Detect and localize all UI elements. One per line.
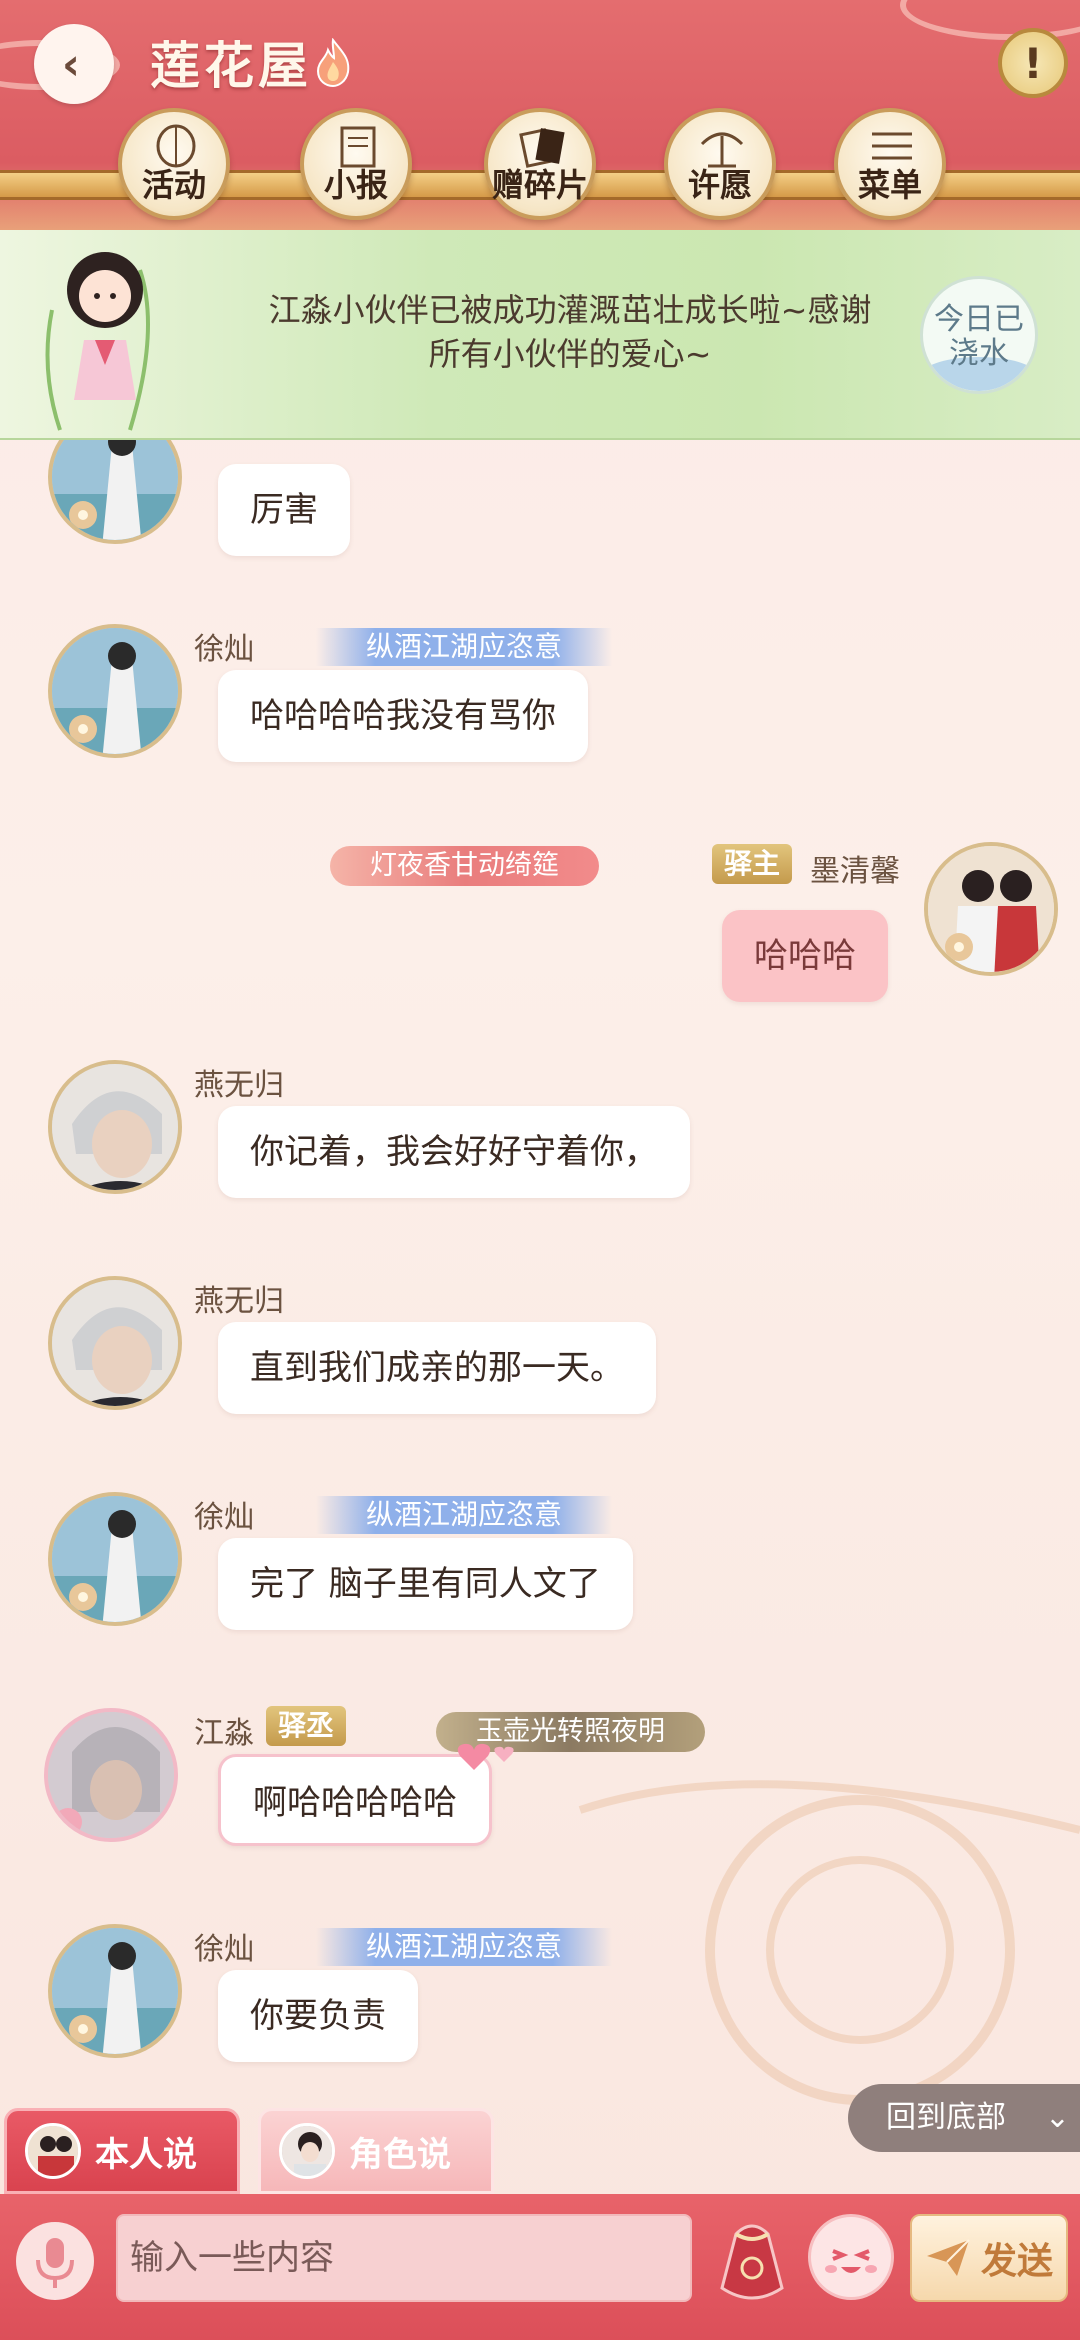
avatar[interactable] bbox=[48, 1492, 182, 1626]
nav-label: 菜单 bbox=[857, 166, 922, 204]
nav-label: 活动 bbox=[141, 166, 206, 204]
send-label: 发送 bbox=[980, 2241, 1053, 2282]
avatar[interactable] bbox=[48, 1924, 182, 2058]
flower-badge-icon bbox=[69, 2015, 97, 2043]
emoji-button[interactable] bbox=[808, 2214, 894, 2300]
message-bubble[interactable]: 哈哈哈哈我没有骂你 bbox=[218, 670, 588, 762]
nav-label: 赠碎片 bbox=[491, 166, 588, 204]
paper-plane-icon bbox=[926, 2239, 970, 2276]
chevron-left-icon: ‹ bbox=[61, 38, 81, 90]
exclamation-icon: ! bbox=[1023, 38, 1043, 88]
smiley-face-icon bbox=[825, 2249, 877, 2273]
username[interactable]: 燕无归 bbox=[194, 1060, 284, 1104]
nav-news-button[interactable]: 小报 bbox=[300, 108, 412, 220]
banner-line: 江淼小伙伴已被成功灌溉茁壮成长啦~感谢 bbox=[268, 291, 872, 329]
decorated-title-tag: 灯夜香甘动绮筵 bbox=[330, 846, 599, 886]
microphone-icon bbox=[36, 2238, 74, 2288]
flower-badge-icon bbox=[69, 1583, 97, 1611]
avatar[interactable] bbox=[48, 1276, 182, 1410]
banner-message: 江淼小伙伴已被成功灌溉茁壮成长啦~感谢 所有小伙伴的爱心~ bbox=[240, 288, 900, 376]
avatar[interactable] bbox=[48, 1060, 182, 1194]
gift-bag-icon[interactable] bbox=[706, 2208, 798, 2308]
message-bubble[interactable]: 厉害 bbox=[218, 464, 350, 556]
message-bubble[interactable]: 啊哈哈哈哈哈 bbox=[218, 1754, 492, 1846]
message-bubble[interactable]: 完了 脑子里有同人文了 bbox=[218, 1538, 633, 1630]
message-bubble[interactable]: 你要负责 bbox=[218, 1970, 418, 2062]
top-header: ‹ 莲花屋 ! 活动 小报 赠碎片 许愿 菜单 bbox=[0, 0, 1080, 232]
flower-badge-icon bbox=[69, 715, 97, 743]
notice-button[interactable]: ! bbox=[998, 28, 1068, 98]
chat-list[interactable]: 厉害 徐灿 纵酒江湖应恣意 哈哈哈哈我没有骂你 灯夜香甘动绮筵 驿主 墨清馨 哈… bbox=[0, 440, 1080, 2120]
title-tag: 纵酒江湖应恣意 bbox=[316, 1928, 613, 1966]
avatar[interactable] bbox=[48, 624, 182, 758]
flower-badge-icon bbox=[69, 501, 97, 529]
badge-line: 今日已 bbox=[934, 302, 1024, 337]
avatar-image-icon bbox=[48, 1712, 174, 1838]
fire-icon bbox=[316, 38, 350, 88]
username[interactable]: 徐灿 bbox=[194, 624, 254, 668]
back-to-bottom-button[interactable]: 回到底部 ⌄ bbox=[848, 2084, 1080, 2152]
avatar[interactable] bbox=[44, 1708, 178, 1842]
avatar[interactable] bbox=[48, 440, 182, 544]
double-chevron-down-icon: ⌄ bbox=[1044, 2100, 1070, 2135]
message-bubble[interactable]: 直到我们成亲的那一天。 bbox=[218, 1322, 656, 1414]
avatar-image-icon bbox=[52, 1280, 178, 1406]
chrysanthemum-watermark-icon bbox=[578, 1780, 1080, 2105]
back-to-bottom-label: 回到底部 bbox=[886, 2100, 1006, 2135]
flower-badge-icon bbox=[945, 933, 973, 961]
page-title: 莲花屋 bbox=[150, 36, 312, 95]
girl-mascot-icon bbox=[45, 252, 150, 431]
avatar bbox=[279, 2123, 335, 2179]
send-button[interactable]: 发送 bbox=[910, 2214, 1068, 2302]
watering-banner: 江淼小伙伴已被成功灌溉茁壮成长啦~感谢 所有小伙伴的爱心~ 今日已 浇水 bbox=[0, 230, 1080, 440]
tab-label: 角色说 bbox=[349, 2134, 451, 2175]
nav-label: 小报 bbox=[323, 166, 388, 204]
username[interactable]: 江淼 bbox=[194, 1708, 254, 1752]
nav-menu-button[interactable]: 菜单 bbox=[834, 108, 946, 220]
badge-line: 浇水 bbox=[949, 336, 1009, 371]
tab-label: 本人说 bbox=[95, 2134, 197, 2175]
tab-role-speak[interactable]: 角色说 bbox=[258, 2108, 494, 2194]
banner-line: 所有小伙伴的爱心~ bbox=[428, 335, 712, 373]
message-bubble[interactable]: 你记着，我会好好守着你， bbox=[218, 1106, 690, 1198]
input-bar: 输入一些内容 发送 bbox=[0, 2194, 1080, 2340]
username[interactable]: 墨清馨 bbox=[810, 846, 900, 890]
title-tag: 纵酒江湖应恣意 bbox=[316, 1496, 613, 1534]
nav-gift-fragment-button[interactable]: 赠碎片 bbox=[484, 108, 596, 220]
tab-self-speak[interactable]: 本人说 bbox=[4, 2108, 240, 2194]
nav-activity-button[interactable]: 活动 bbox=[118, 108, 230, 220]
heart-icon bbox=[457, 1743, 514, 1770]
voice-button[interactable] bbox=[16, 2222, 94, 2300]
message-input[interactable]: 输入一些内容 bbox=[116, 2214, 692, 2302]
nav-label: 许愿 bbox=[687, 166, 752, 204]
message-bubble[interactable]: 哈哈哈 bbox=[722, 910, 888, 1002]
username[interactable]: 徐灿 bbox=[194, 1492, 254, 1536]
nav-wish-button[interactable]: 许愿 bbox=[664, 108, 776, 220]
username[interactable]: 燕无归 bbox=[194, 1276, 284, 1320]
role-badge: 驿丞 bbox=[266, 1706, 347, 1746]
avatar[interactable] bbox=[924, 842, 1058, 976]
title-tag: 纵酒江湖应恣意 bbox=[316, 628, 613, 666]
back-button[interactable]: ‹ bbox=[34, 24, 114, 104]
role-badge: 驿主 bbox=[712, 844, 793, 884]
username[interactable]: 徐灿 bbox=[194, 1924, 254, 1968]
avatar bbox=[25, 2123, 81, 2179]
avatar-image-icon bbox=[52, 1064, 178, 1190]
watered-today-badge[interactable]: 今日已 浇水 bbox=[920, 276, 1038, 394]
